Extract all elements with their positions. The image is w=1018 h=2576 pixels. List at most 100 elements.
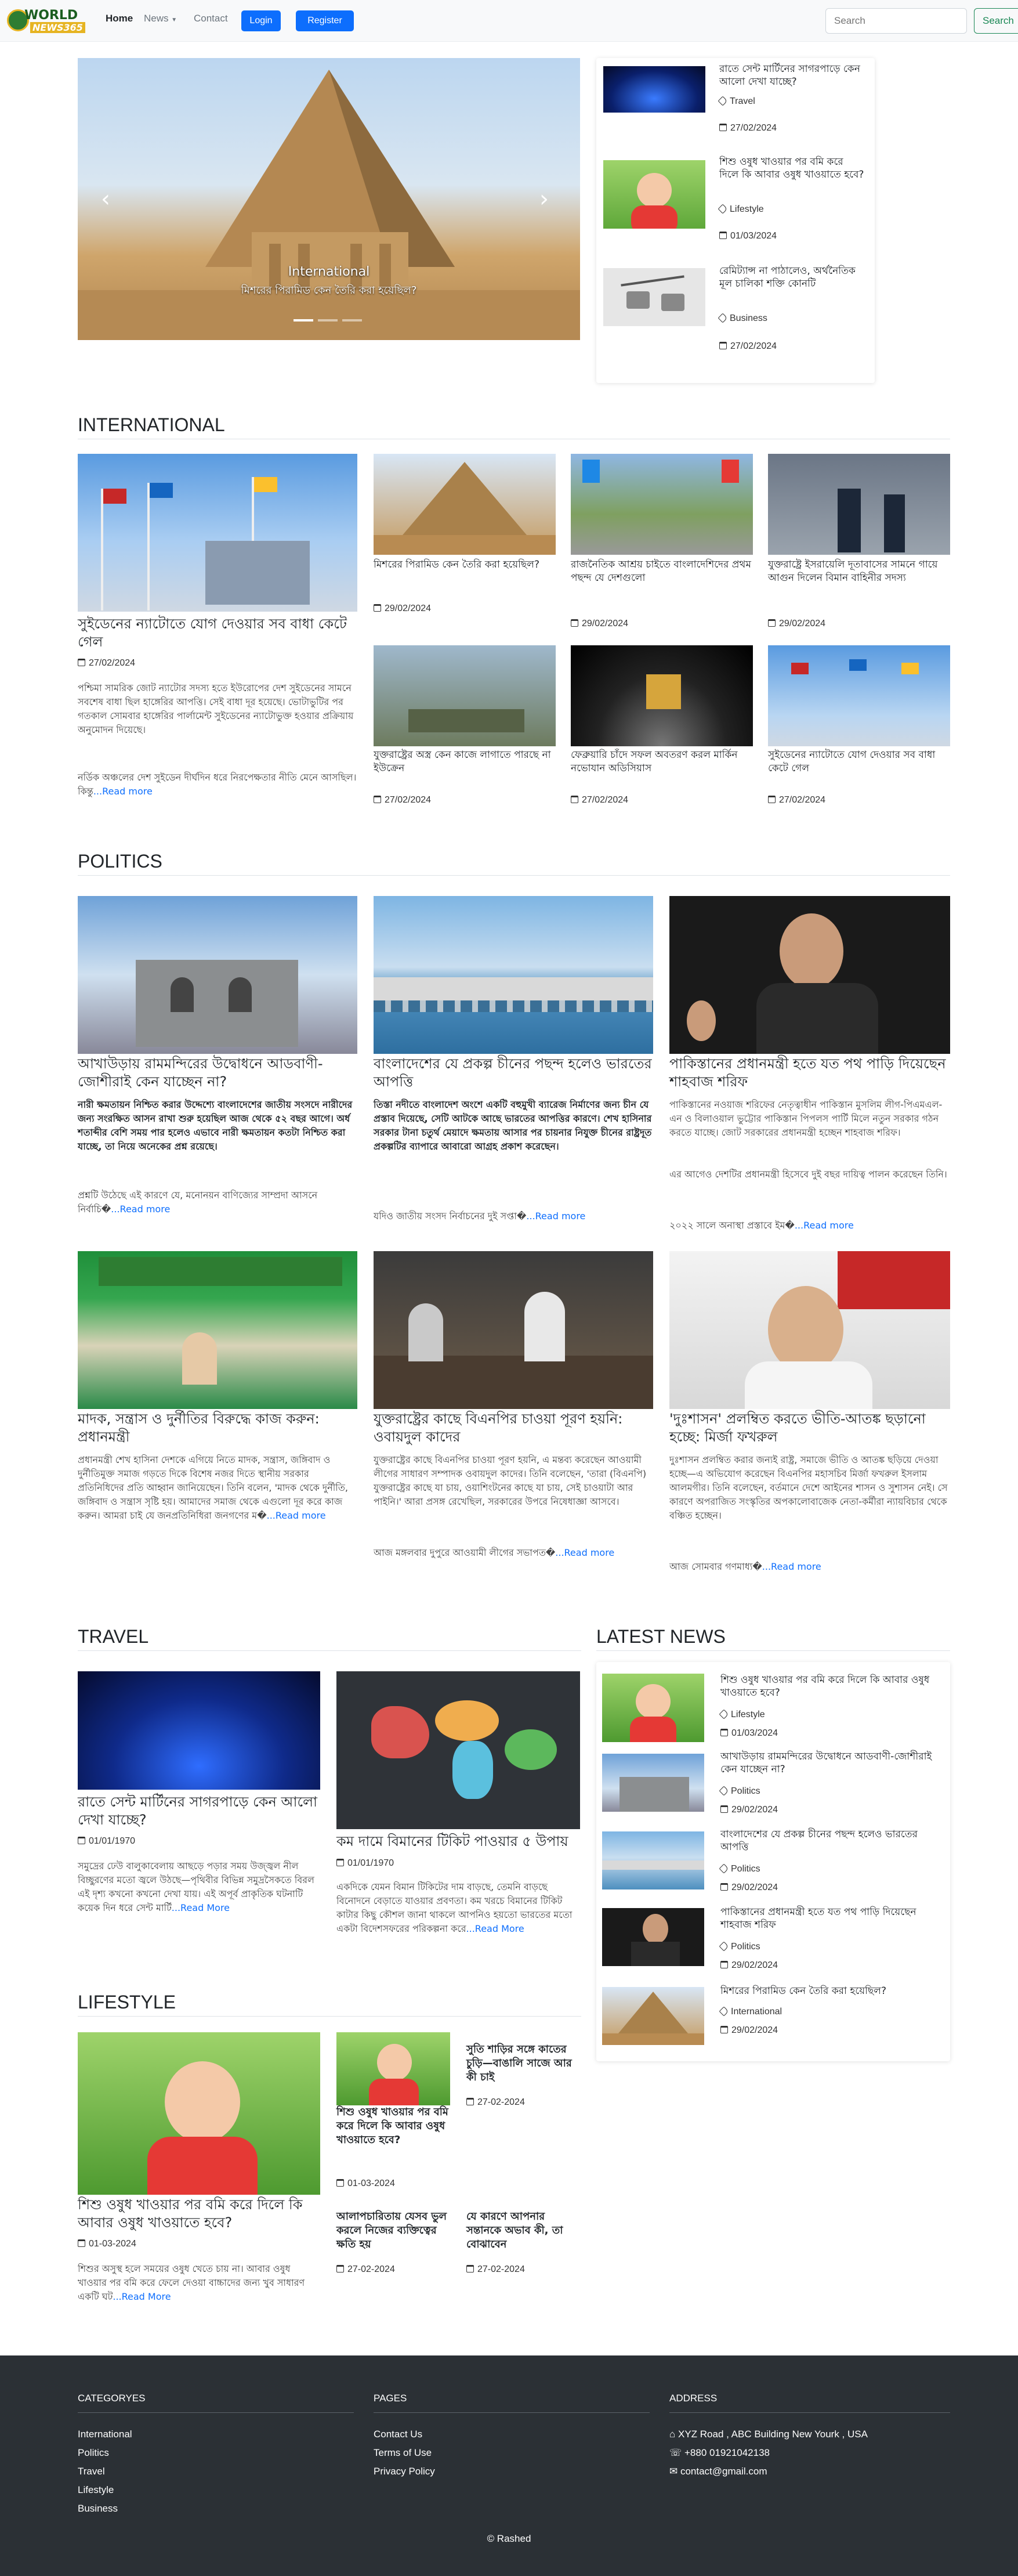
hero-carousel[interactable]: ‹ › International মিশরের পিরামিড কেন তৈর… xyxy=(78,58,580,340)
politics-card-title[interactable]: 'দুঃশাসন' প্রলম্বিত করতে ভীতি-আতঙ্ক ছড়া… xyxy=(669,1410,950,1446)
footer-category-link[interactable]: Lifestyle xyxy=(78,2484,114,2496)
politics-card-title[interactable]: মাদক, সন্ত্রাস ও দুর্নীতির বিরুদ্ধে কাজ … xyxy=(78,1410,357,1446)
read-more-link[interactable]: ...Read More xyxy=(172,1902,230,1913)
calendar-icon xyxy=(336,1859,344,1866)
search-input[interactable] xyxy=(825,8,967,34)
latest-item-image[interactable] xyxy=(602,1831,704,1889)
travel-card-title[interactable]: কম দামে বিমানের টিকিট পাওয়ার ৫ উপায় xyxy=(336,1833,580,1851)
read-more-link[interactable]: ...Read more xyxy=(555,1547,614,1558)
politics-card-title[interactable]: আখাউড়ায় রামমন্দিরের উদ্বোধনে আডবাণী-জো… xyxy=(78,1055,357,1091)
envelope-icon: ✉ xyxy=(669,2466,680,2477)
register-button[interactable]: Register xyxy=(296,10,354,31)
latest-item-image[interactable] xyxy=(602,1908,704,1966)
intl-card-image[interactable] xyxy=(571,645,753,746)
politics-card-image[interactable] xyxy=(374,1251,653,1409)
side-item-image[interactable] xyxy=(603,160,705,229)
calendar-icon xyxy=(768,619,776,627)
latest-item-title[interactable]: আখাউড়ায় রামমন্দিরের উদ্বোধনে আডবাণী-জো… xyxy=(720,1750,941,1776)
lifestyle-card-title[interactable]: সুতি শাড়ির সঙ্গে কাতের চুড়ি—বাঙালি সাজ… xyxy=(466,2043,580,2084)
international-main-title[interactable]: সুইডেনের ন্যাটোতে যোগ দেওয়ার সব বাধা কে… xyxy=(78,615,357,651)
footer-category-link[interactable]: International xyxy=(78,2429,132,2440)
intl-card-image[interactable] xyxy=(768,454,950,555)
carousel-indicators[interactable] xyxy=(294,319,363,321)
travel-card-image[interactable] xyxy=(336,1671,580,1829)
footer-divider xyxy=(78,2412,354,2413)
indicator-active[interactable] xyxy=(294,319,313,321)
politics-card-image[interactable] xyxy=(374,896,653,1054)
read-more-link[interactable]: ...Read more xyxy=(795,1220,854,1231)
side-item-title[interactable]: শিশু ওষুধ খাওয়ার পর বমি করে দিলে কি আবা… xyxy=(719,156,864,181)
footer-page-link[interactable]: Terms of Use xyxy=(374,2447,432,2459)
lifestyle-card-title[interactable]: আলাপচারিতায় যেসব ভুল করলে নিজের ব্যক্তি… xyxy=(336,2210,450,2252)
lifestyle-card-title[interactable]: যে কারণে আপনার সন্তানকে অভাব কী, তা বোঝা… xyxy=(466,2210,580,2252)
politics-card-image[interactable] xyxy=(78,1251,357,1409)
intl-card-title[interactable]: যুক্তরাষ্ট্রের অস্ত্র কেন কাজে লাগাতে পা… xyxy=(374,749,556,775)
intl-card-title[interactable]: ফেব্রুয়ারি চাঁদে সফল অবতরণ করল মার্কিন … xyxy=(571,749,753,775)
read-more-link[interactable]: ...Read more xyxy=(526,1211,585,1222)
lifestyle-main-title[interactable]: শিশু ওষুধ খাওয়ার পর বমি করে দিলে কি আবা… xyxy=(78,2196,320,2232)
section-heading-lifestyle: LIFESTYLE xyxy=(78,1992,176,2013)
login-button[interactable]: Login xyxy=(241,10,281,31)
footer-category-link[interactable]: Business xyxy=(78,2503,118,2514)
slide-title[interactable]: মিশরের পিরামিড কেন তৈরি করা হয়েছিল? xyxy=(78,282,580,300)
travel-card-title[interactable]: রাতে সেন্ট মার্টিনের সাগরপাড়ে কেন আলো দ… xyxy=(78,1793,320,1829)
read-more-link[interactable]: ...Read more xyxy=(111,1204,170,1215)
footer-category-link[interactable]: Politics xyxy=(78,2447,109,2459)
travel-card-image[interactable] xyxy=(78,1671,320,1790)
latest-item-image[interactable] xyxy=(602,1754,704,1812)
international-main-image[interactable] xyxy=(78,454,357,612)
search-button[interactable]: Search xyxy=(974,8,1018,34)
politics-card-title[interactable]: বাংলাদেশের যে প্রকল্প চীনের পছন্দ হলেও ভ… xyxy=(374,1055,653,1091)
side-item-title[interactable]: রেমিট্যান্স না পাঠালেও, অর্থনৈতিক মূল চা… xyxy=(719,265,864,290)
footer-page-link[interactable]: Contact Us xyxy=(374,2429,422,2440)
read-more-link[interactable]: ...Read More xyxy=(113,2291,171,2302)
intl-card-title[interactable]: রাজনৈতিক আশ্রয় চাইতে বাংলাদেশিদের প্রথম… xyxy=(571,558,753,585)
latest-item-image[interactable] xyxy=(602,1987,704,2045)
carousel-next-icon[interactable]: › xyxy=(539,186,549,212)
latest-item-title[interactable]: পাকিস্তানের প্রধানমন্ত্রী হতে যত পথ পাড়… xyxy=(720,1906,941,1931)
calendar-icon xyxy=(720,2026,728,2033)
politics-card-title[interactable]: যুক্তরাষ্ট্রের কাছে বিএনপির চাওয়া পূরণ … xyxy=(374,1410,653,1446)
nav-news-dropdown[interactable]: News ▼ xyxy=(144,13,177,24)
read-more-link[interactable]: ...Read More xyxy=(466,1923,524,1934)
calendar-icon xyxy=(466,2098,474,2105)
read-more-link[interactable]: ...Read more xyxy=(762,1561,821,1572)
read-more-link[interactable]: ...Read more xyxy=(93,786,153,797)
intl-card-image[interactable] xyxy=(768,645,950,746)
latest-item-title[interactable]: শিশু ওষুধ খাওয়ার পর বমি করে দিলে কি আবা… xyxy=(720,1674,941,1699)
lifestyle-card-date: 01-03-2024 xyxy=(336,2178,395,2189)
lifestyle-card-image[interactable] xyxy=(336,2032,450,2105)
side-item-title[interactable]: রাতে সেন্ট মার্টিনের সাগরপাড়ে কেন আলো দ… xyxy=(719,63,864,88)
side-item-category: Lifestyle xyxy=(718,204,764,215)
latest-item-title[interactable]: বাংলাদেশের যে প্রকল্প চীনের পছন্দ হলেও ভ… xyxy=(720,1828,941,1854)
footer-page-link[interactable]: Privacy Policy xyxy=(374,2466,435,2477)
side-item-image[interactable] xyxy=(603,66,705,113)
intl-card-image[interactable] xyxy=(571,454,753,555)
tag-icon xyxy=(719,2006,729,2017)
nav-home[interactable]: Home xyxy=(106,13,133,24)
indicator[interactable] xyxy=(318,319,338,321)
lifestyle-main-image[interactable] xyxy=(78,2032,320,2195)
politics-card-lead: তিস্তা নদীতে বাংলাদেশ অংশে একটি বহুমুখী … xyxy=(374,1099,652,1152)
indicator[interactable] xyxy=(342,319,362,321)
intl-card-title[interactable]: মিশরের পিরামিড কেন তৈরি করা হয়েছিল? xyxy=(374,558,556,572)
read-more-link[interactable]: ...Read more xyxy=(267,1510,326,1521)
intl-card-title[interactable]: সুইডেনের ন্যাটোতে যোগ দেওয়ার সব বাধা কে… xyxy=(768,749,950,775)
politics-card-image[interactable] xyxy=(669,1251,950,1409)
calendar-icon xyxy=(720,1729,728,1736)
politics-card-image[interactable] xyxy=(669,896,950,1054)
carousel-prev-icon[interactable]: ‹ xyxy=(101,186,110,212)
lifestyle-card-title[interactable]: শিশু ওষুধ খাওয়ার পর বমি করে দিলে কি আবা… xyxy=(336,2105,450,2147)
side-item-image[interactable] xyxy=(603,268,705,326)
footer-category-link[interactable]: Travel xyxy=(78,2466,105,2477)
site-logo[interactable]: WORLD NEWS365 xyxy=(7,7,88,35)
politics-card-tail: আজ মঙ্গলবার দুপুরে আওয়ামী লীগের সভাপত�.… xyxy=(374,1547,615,1558)
nav-contact[interactable]: Contact xyxy=(194,13,228,24)
latest-item-title[interactable]: মিশরের পিরামিড কেন তৈরি করা হয়েছিল? xyxy=(720,1985,941,1997)
intl-card-image[interactable] xyxy=(374,454,556,555)
intl-card-title[interactable]: যুক্তরাষ্ট্রে ইসরায়েলি দূতাবাসের সামনে … xyxy=(768,558,950,585)
politics-card-title[interactable]: পাকিস্তানের প্রধানমন্ত্রী হতে যত পথ পাড়… xyxy=(669,1055,950,1091)
latest-item-image[interactable] xyxy=(602,1674,704,1742)
intl-card-image[interactable] xyxy=(374,645,556,746)
politics-card-image[interactable] xyxy=(78,896,357,1054)
